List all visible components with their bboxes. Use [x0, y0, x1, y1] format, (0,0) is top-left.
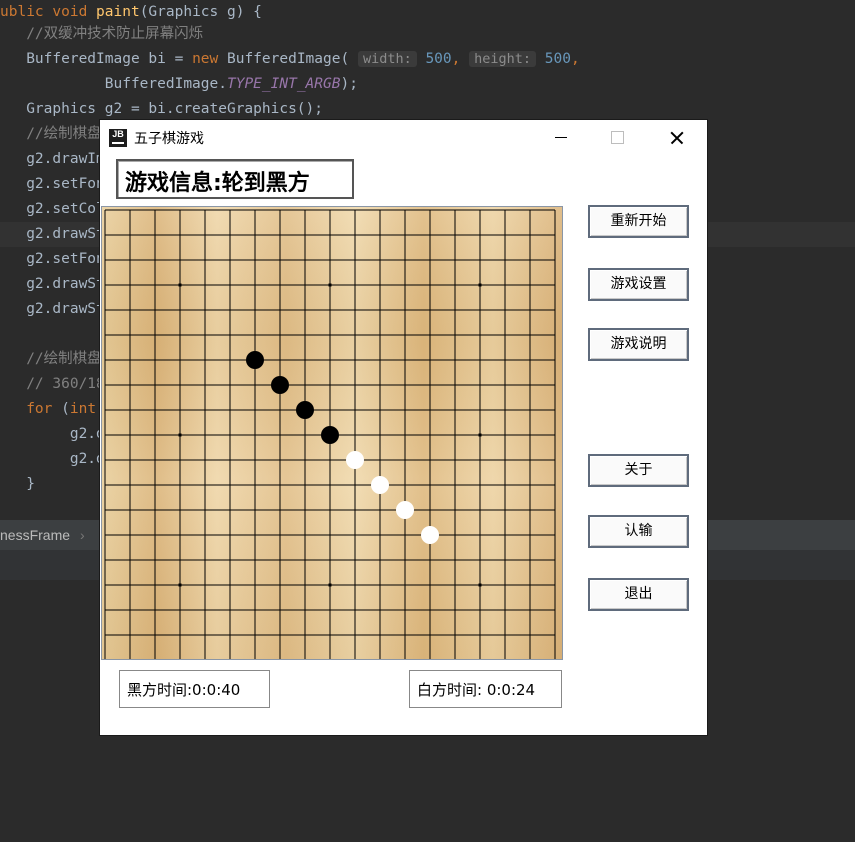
code-line[interactable]: g2.dr [0, 422, 114, 447]
code-line[interactable]: g2.setFon [0, 172, 105, 197]
black-stone [296, 401, 314, 419]
code-token: Graphics g2 = bi.createGraphics(); [0, 101, 324, 117]
code-token: 500 [416, 51, 452, 67]
code-line[interactable]: g2.drawSt [0, 297, 105, 322]
gomoku-window: JB 五子棋游戏 游戏信息:轮到黑方 重新开始 游戏设置 游戏说明 关于 认输 … [100, 120, 707, 735]
parameter-hint: width: [357, 51, 417, 67]
code-line[interactable]: //绘制棋盘 [0, 347, 102, 372]
parameter-hint: height: [469, 51, 537, 67]
code-line[interactable]: g2.setCol [0, 197, 105, 222]
code-token: g2.drawSt [0, 301, 105, 317]
code-token: //绘制棋盘 [26, 126, 102, 142]
game-board[interactable] [101, 206, 563, 660]
code-token: BufferedImage bi = [0, 51, 193, 67]
close-button[interactable] [648, 120, 704, 156]
game-info-panel: 游戏信息:轮到黑方 [116, 159, 354, 199]
code-token: ); [340, 76, 358, 92]
code-token: ( [61, 401, 70, 417]
chevron-right-icon: › [80, 527, 85, 543]
code-token: // 360/18 [26, 376, 105, 392]
black-timer: 黑方时间:0:0:40 [119, 670, 270, 708]
black-stone [321, 426, 339, 444]
breadcrumb-class[interactable]: nessFrame [0, 527, 70, 543]
code-token: BufferedImage( [226, 51, 358, 67]
code-token: g2.dr [0, 451, 114, 467]
code-line[interactable]: } [0, 472, 35, 497]
star-point [328, 283, 332, 287]
settings-button[interactable]: 游戏设置 [588, 268, 689, 301]
code-token: (Graphics g) { [139, 4, 262, 20]
white-stone [421, 526, 439, 544]
code-line[interactable]: g2.setFon [0, 247, 105, 272]
code-line[interactable]: Graphics g2 = bi.createGraphics(); [0, 97, 323, 122]
code-token: , [451, 51, 470, 67]
star-point [178, 283, 182, 287]
code-line[interactable]: g2.drawIm [0, 147, 105, 172]
code-token: 500 [536, 51, 571, 67]
code-line[interactable]: //双缓冲技术防止屏幕闪烁 [0, 22, 203, 47]
code-line[interactable]: g2.drawSt [0, 222, 105, 247]
minimize-button[interactable] [533, 120, 589, 156]
app-icon: JB [109, 129, 127, 147]
white-timer: 白方时间: 0:0:24 [409, 670, 562, 708]
white-stone [396, 501, 414, 519]
code-token: int [69, 401, 97, 417]
resign-button[interactable]: 认输 [588, 515, 689, 548]
code-token: new [192, 51, 227, 67]
code-token: g2.setFon [0, 176, 105, 192]
title-bar[interactable]: JB 五子棋游戏 [100, 120, 707, 156]
code-token: ublic void [0, 4, 97, 20]
star-point [178, 433, 182, 437]
star-point [478, 583, 482, 587]
game-info-text: 游戏信息:轮到黑方 [125, 171, 310, 196]
white-stone [371, 476, 389, 494]
code-token: //双缓冲技术防止屏幕闪烁 [26, 26, 204, 42]
code-token: g2.drawIm [0, 151, 105, 167]
restart-button[interactable]: 重新开始 [588, 205, 689, 238]
star-point [478, 283, 482, 287]
code-token: , [570, 51, 580, 67]
code-line[interactable]: g2.drawSt [0, 272, 105, 297]
star-point [328, 583, 332, 587]
code-line[interactable]: // 360/18 [0, 372, 105, 397]
code-token: g2.setFon [0, 251, 105, 267]
code-token: g2.setCol [0, 201, 105, 217]
code-token: TYPE_INT_ARGB [226, 76, 341, 92]
exit-button[interactable]: 退出 [588, 578, 689, 611]
code-line[interactable]: g2.dr [0, 447, 114, 472]
code-token: paint [96, 4, 140, 20]
black-stone [271, 376, 289, 394]
black-stone [246, 351, 264, 369]
code-token: g2.drawSt [0, 226, 105, 242]
code-token: BufferedImage. [0, 76, 227, 92]
maximize-button[interactable] [589, 120, 645, 156]
code-token: } [0, 476, 35, 492]
about-button[interactable]: 关于 [588, 454, 689, 487]
code-line[interactable]: BufferedImage bi = new BufferedImage( wi… [0, 47, 580, 72]
code-token: g2.drawSt [0, 276, 105, 292]
board-canvas[interactable] [102, 207, 562, 659]
star-point [178, 583, 182, 587]
code-line[interactable]: //绘制棋盘 [0, 122, 102, 147]
code-token: //绘制棋盘 [26, 351, 102, 367]
code-token: g2.dr [0, 426, 114, 442]
app-icon-text: JB [112, 129, 124, 139]
window-title: 五子棋游戏 [134, 131, 204, 147]
star-point [478, 433, 482, 437]
code-line[interactable]: for (int [0, 397, 96, 422]
help-button[interactable]: 游戏说明 [588, 328, 689, 361]
white-stone [346, 451, 364, 469]
code-line[interactable]: BufferedImage.TYPE_INT_ARGB); [0, 72, 358, 97]
code-token: for [26, 401, 62, 417]
